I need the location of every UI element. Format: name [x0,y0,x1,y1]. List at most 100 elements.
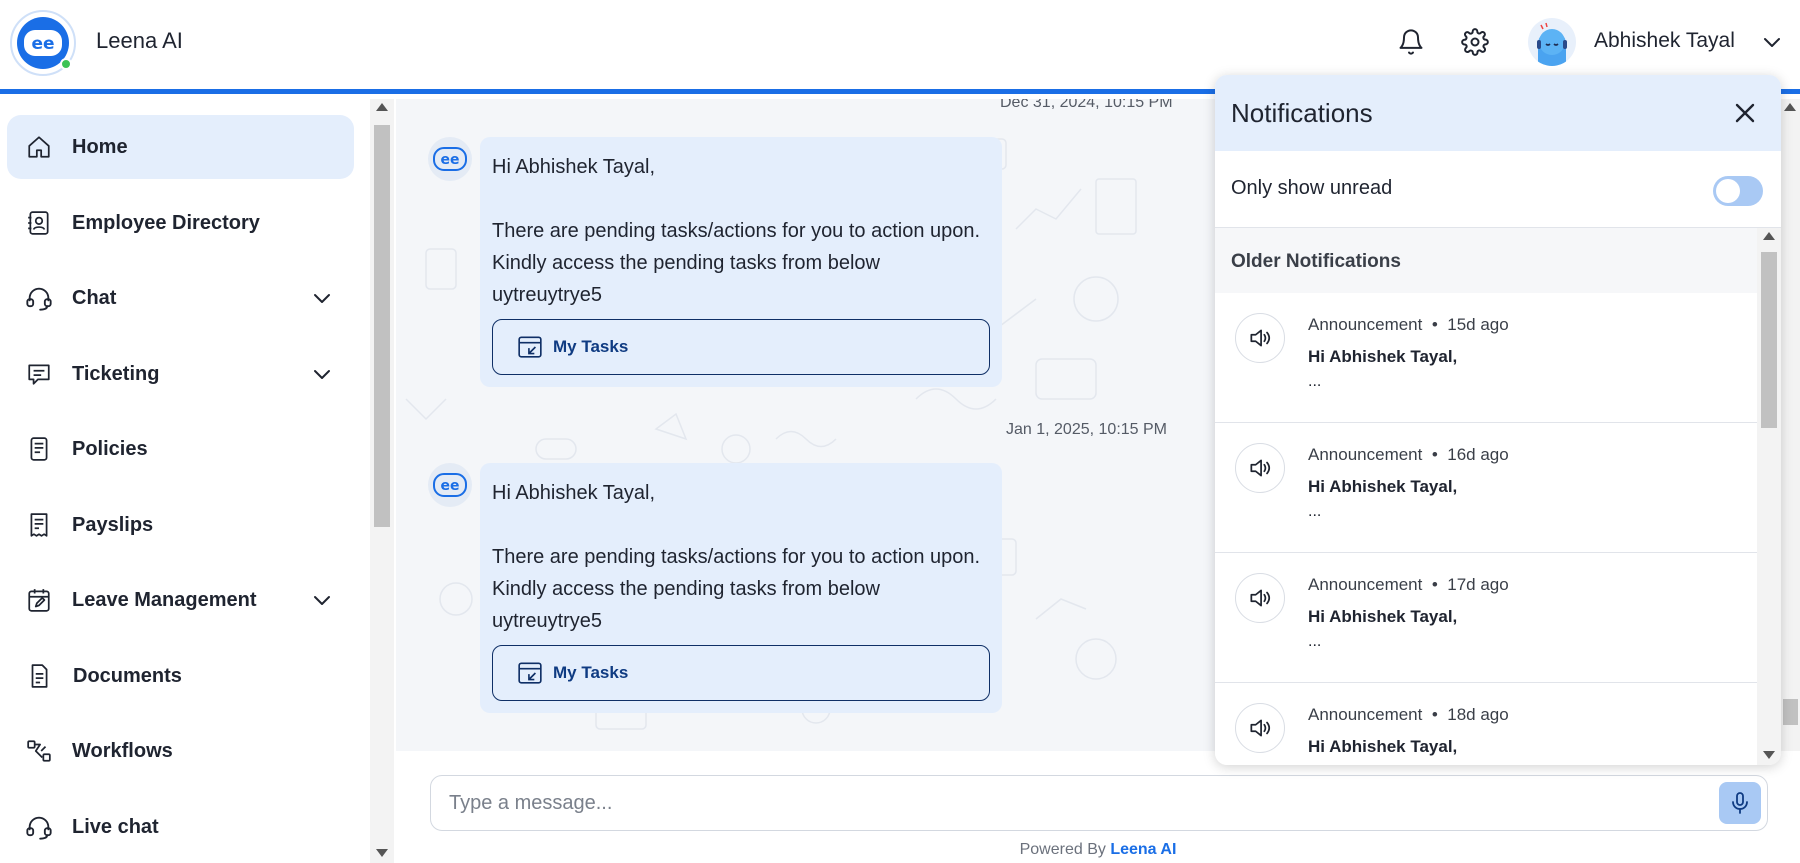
notifications-title: Notifications [1231,98,1373,128]
sidebar-item-label: Home [72,135,128,158]
sidebar-nav: Home Employee Directory Chat Ticketing P… [0,99,370,863]
section-header: Older Notifications [1215,228,1757,293]
notification-more: ... [1308,503,1322,520]
scroll-up-icon[interactable] [1763,232,1775,240]
headset-icon [25,284,53,312]
close-icon[interactable] [1729,97,1761,129]
notification-item[interactable]: Announcement • 16d ago Hi Abhishek Tayal… [1215,423,1757,553]
notification-type: Announcement [1308,575,1423,594]
sidebar-scrollbar[interactable] [370,99,394,863]
notification-more: ... [1308,373,1322,390]
bell-icon[interactable] [1393,24,1429,60]
my-tasks-label: My Tasks [553,337,629,356]
powered-by: Powered By Leena AI [396,841,1800,859]
notification-type: Announcement [1308,705,1423,724]
sidebar-item-label: Chat [72,286,117,309]
scroll-down-icon[interactable] [376,849,388,857]
sidebar-item-workflows[interactable]: Workflows [7,719,354,783]
unread-filter-row: Only show unread [1215,151,1781,228]
gear-icon[interactable] [1457,24,1493,60]
contact-book-icon [25,209,53,237]
notification-meta: Announcement • 17d ago [1308,575,1509,594]
sidebar-item-chat[interactable]: Chat [7,266,354,330]
notifications-scrollbar[interactable] [1757,228,1781,765]
home-icon [25,133,53,161]
scroll-down-icon[interactable] [1763,751,1775,759]
message-text: Hi Abhishek Tayal, There are pending tas… [492,156,981,306]
sidebar-item-policies[interactable]: Policies [7,417,354,481]
notifications-list: Older Notifications Announcement • 15d a… [1215,228,1757,765]
chevron-down-icon[interactable] [310,286,334,310]
sidebar-item-label: Leave Management [72,588,257,611]
app-logo[interactable]: ee [10,10,76,76]
message-input[interactable] [449,788,1689,818]
svg-text:ee: ee [441,478,460,494]
chat-scrollbar[interactable] [1781,99,1800,751]
scroll-up-icon[interactable] [1784,103,1796,111]
scroll-up-icon[interactable] [376,103,388,111]
scrollbar-thumb[interactable] [1761,252,1777,428]
speaker-icon [1235,573,1285,623]
chevron-down-icon[interactable] [1760,30,1784,54]
svg-text:ee: ee [31,34,54,54]
notification-item[interactable]: Announcement • 15d ago Hi Abhishek Tayal… [1215,293,1757,423]
notification-meta: Announcement • 18d ago [1308,705,1509,724]
scrollbar-thumb[interactable] [1783,699,1798,725]
bot-message-bubble: Hi Abhishek Tayal, There are pending tas… [480,463,1002,713]
bot-message-bubble: Hi Abhishek Tayal, There are pending tas… [480,137,1002,387]
headset-icon [25,813,53,841]
notification-item[interactable]: Announcement • 18d ago Hi Abhishek Tayal… [1215,683,1757,765]
my-tasks-button[interactable]: My Tasks [492,319,990,375]
calendar-edit-icon [25,586,53,614]
message-composer [430,775,1768,831]
message-date: Jan 1, 2025, 10:15 PM [996,417,1177,443]
toggle-knob [1716,179,1740,203]
sidebar-item-employee-directory[interactable]: Employee Directory [7,191,354,255]
message-date: Dec 31, 2024, 10:15 PM [990,99,1183,116]
composer-area: Powered By Leena AI [396,751,1800,863]
sidebar-item-payslips[interactable]: Payslips [7,493,354,557]
sidebar-item-ticketing[interactable]: Ticketing [7,342,354,406]
avatar[interactable] [1528,18,1576,66]
chevron-down-icon[interactable] [310,588,334,612]
powered-by-brand[interactable]: Leena AI [1110,841,1176,858]
speaker-icon [1235,443,1285,493]
microphone-icon [1732,792,1748,814]
sidebar-item-live-chat[interactable]: Live chat [7,795,354,859]
bot-avatar: ee [428,137,472,181]
svg-text:ee: ee [441,152,460,168]
unread-toggle[interactable] [1713,176,1763,206]
notification-age: 17d ago [1447,575,1509,594]
document-list-icon [25,435,53,463]
sidebar-item-label: Employee Directory [72,211,260,234]
section-label: Older Notifications [1231,251,1401,272]
notification-text: Hi Abhishek Tayal, [1308,347,1458,366]
sidebar-item-leave-management[interactable]: Leave Management [7,568,354,632]
notification-meta: Announcement • 15d ago [1308,315,1509,334]
sidebar-item-home[interactable]: Home [7,115,354,179]
my-tasks-button[interactable]: My Tasks [492,645,990,701]
sidebar-item-documents[interactable]: Documents [7,644,354,708]
speaker-icon [1235,313,1285,363]
notification-text: Hi Abhishek Tayal, [1308,607,1458,626]
app-title: Leena AI [96,28,183,53]
chevron-down-icon[interactable] [310,362,334,386]
logo-mark-icon: ee [433,147,467,171]
message-lines-icon [25,360,53,388]
workflow-icon [25,737,53,765]
microphone-button[interactable] [1719,782,1761,824]
sidebar-item-label: Documents [73,664,182,687]
sidebar-item-label: Policies [72,437,148,460]
sidebar-item-label: Ticketing [72,362,160,385]
sidebar-item-label: Workflows [72,739,173,762]
scrollbar-thumb[interactable] [374,125,390,527]
receipt-icon [25,511,53,539]
notification-age: 15d ago [1447,315,1509,334]
my-tasks-label: My Tasks [553,663,629,682]
online-status-dot [60,58,72,70]
logo-mark-icon: ee [433,473,467,497]
notification-item[interactable]: Announcement • 17d ago Hi Abhishek Tayal… [1215,553,1757,683]
sidebar-item-label: Live chat [72,815,159,838]
user-name[interactable]: Abhishek Tayal [1594,29,1735,53]
tasks-window-icon [518,662,542,684]
